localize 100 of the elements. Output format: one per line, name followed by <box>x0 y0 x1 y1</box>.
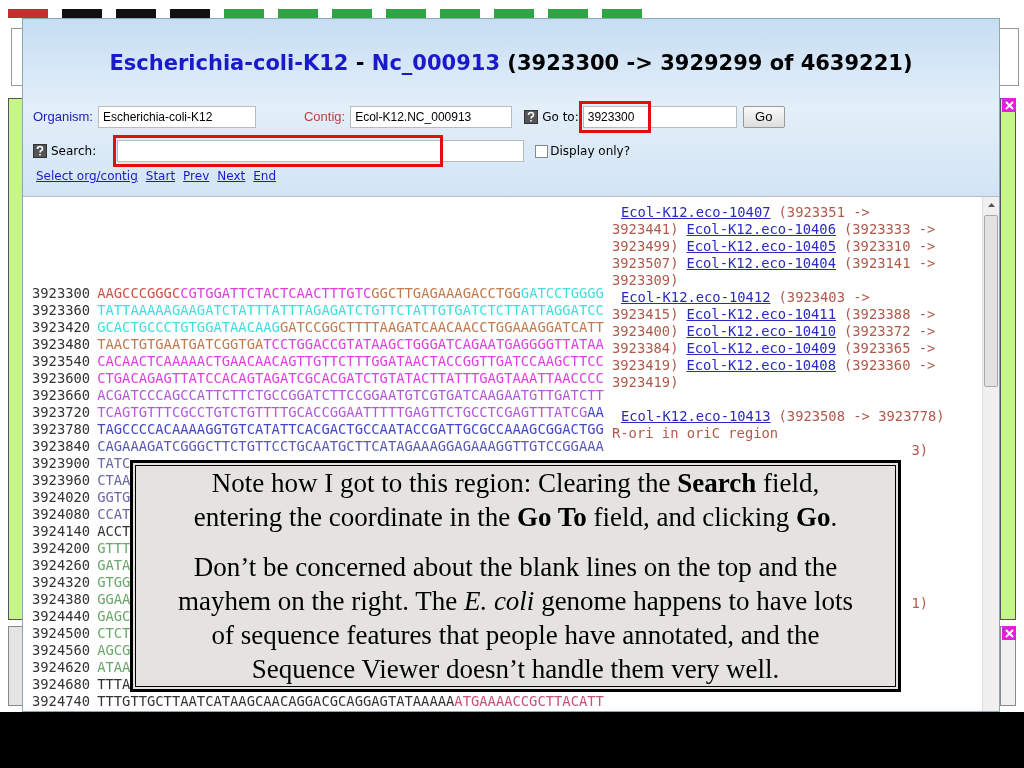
menu-button[interactable] <box>116 9 156 18</box>
position-number: 3923660 <box>32 387 91 404</box>
sequence-text: TAGCCCCACAAAAGGTGTCATATTCACGACTGCCAATACCGATTGCGCCAAAGCGGACTGG <box>97 421 604 438</box>
note-paragraph: Don’t be concerned about the blank lines on the top and the mayhem on the right. The E. coli genome happens to have lots of sequence features that people have annotated, and the Sequence Viewer doesn’t handle them very well. <box>176 551 855 686</box>
text-field[interactable] <box>117 140 525 162</box>
sequence-text: TATTAAAAAGAAGATCTATTTATTTAGAGATCTGTTCTATTGTGATCTCTTATTAGGATCC <box>97 302 604 319</box>
sequence-text: GATA <box>97 557 131 574</box>
sequence-text: CAGAAAGATCGGGCTTCTGTTCCTGCAATGCTTCATAGAAAGGAGAAAGGTTGTCCGGAAA <box>97 438 604 455</box>
position-number: 3923480 <box>32 336 91 353</box>
sequence-text: GGTG <box>97 489 131 506</box>
position-number: 3923300 <box>32 285 91 302</box>
close-icon[interactable] <box>1002 98 1016 112</box>
sequence-text: GTTT <box>97 540 131 557</box>
scrollbar[interactable] <box>982 197 999 711</box>
menu-button[interactable] <box>332 9 372 18</box>
position-number: 3924260 <box>32 557 91 574</box>
position-number: 3923600 <box>32 370 91 387</box>
close-icon[interactable] <box>1002 626 1016 640</box>
text-field[interactable]: Escherichia-coli-K12 <box>97 106 256 128</box>
sequence-text: CTGACAGAGTTATCCACAGTAGATCGCACGATCTGTATACTTATTTGAGTAAATTAACCCC <box>97 370 604 387</box>
menu-button[interactable] <box>224 9 264 18</box>
sequence-text: ACCT <box>97 523 131 540</box>
feature-link[interactable]: Ecol-K12.eco-10404 <box>686 255 836 272</box>
menu-button[interactable] <box>278 9 318 18</box>
scroll-thumb[interactable] <box>984 215 998 387</box>
position-number: 3924560 <box>32 642 91 659</box>
sequence-text: ACGATCCCAGCCATTCTTCTGCCGGATCTTCCGGAATGTCGTGATCAAGAATGTTGATCTT <box>97 387 604 404</box>
menu-button[interactable] <box>170 9 210 18</box>
checkbox[interactable] <box>535 144 549 158</box>
sequence-text: GCACTGCCCTGTGGATAACAAGGATCCGGCTTTTAAGATCAACAACCTGGAAAGGATCATT <box>97 319 604 336</box>
menu-button[interactable] <box>494 9 534 18</box>
sequence-text: GTGG <box>97 574 131 591</box>
menu-button[interactable] <box>386 9 426 18</box>
annotation-text: 3923400) <box>612 323 679 340</box>
annotation-text: 3923415) <box>612 306 679 323</box>
feature-link[interactable]: Ecol-K12.eco-10409 <box>686 340 836 357</box>
annotation-text: (3923403 -> <box>778 289 870 306</box>
help-icon[interactable] <box>524 110 539 124</box>
field-label: Organism: <box>33 108 93 127</box>
annotation-text: (3923333 -> <box>844 221 936 238</box>
note-paragraph: Note how I got to this region: Clearing the Search field, entering the coordinate in the Go To field, and clicking Go. <box>192 467 839 534</box>
sequence-text: AAGCCCGGGCCGTGGATTCTACTCAACTTTGTCGGCTTGAGAAAGACCTGGGATCCTGGGG <box>97 285 604 302</box>
field-label: Go to: <box>542 109 579 126</box>
feature-link[interactable]: Ecol-K12.eco-10412 <box>621 289 771 306</box>
feature-link[interactable]: Ecol-K12.eco-10406 <box>686 221 836 238</box>
position-number: 3924080 <box>32 506 91 523</box>
position-number: 3924440 <box>32 608 91 625</box>
position-number: 3923360 <box>32 302 91 319</box>
annotation-text: (3923360 -> <box>844 357 936 374</box>
feature-link[interactable]: Ecol-K12.eco-10407 <box>621 204 771 221</box>
sequence-text: CACAACTCAAAAACTGAACAACAGTTGTTCTTTGGATAACTACCGGTTGATCCAAGCTTCC <box>97 353 604 370</box>
position-number: 3923900 <box>32 455 91 472</box>
feature-link[interactable]: Ecol-K12.eco-10408 <box>686 357 836 374</box>
position-number: 3924320 <box>32 574 91 591</box>
nav-link[interactable]: Start <box>145 167 176 185</box>
checkbox-label: Display only? <box>550 143 631 160</box>
go-button[interactable]: Go <box>742 106 785 128</box>
text-field[interactable]: 3923300 <box>582 106 737 128</box>
nav-link[interactable]: Prev <box>183 167 210 185</box>
nav-link[interactable]: Next <box>217 167 246 185</box>
nav-link[interactable]: Select org/contig <box>36 167 138 185</box>
sequence-text: TCAGTGTTTCGCCTGTCTGTTTTGCACCGGAATTTTTGAGTTCTGCCTCGAGTTTATCGAA <box>97 404 604 421</box>
position-number: 3924200 <box>32 540 91 557</box>
annotation-text: 3923499) <box>612 238 679 255</box>
annotation-text: (3923365 -> <box>844 340 936 357</box>
position-number: 3923540 <box>32 353 91 370</box>
viewer-title: Escherichia-coli-K12 - Nc_000913 (3923300 -> 3929299 of 4639221) <box>108 50 914 77</box>
position-number: 3924020 <box>32 489 91 506</box>
field-label: Contig: <box>303 108 346 127</box>
help-icon[interactable] <box>33 144 47 158</box>
position-number: 3924680 <box>32 676 91 693</box>
sequence-text: AGCG <box>97 642 131 659</box>
annotation-text: 3923419) <box>612 357 679 374</box>
annotation-text: 3923507) <box>612 255 679 272</box>
feature-link[interactable]: Ecol-K12.eco-10411 <box>686 306 836 323</box>
menu-button[interactable] <box>8 9 48 18</box>
annotation-text: 3923309) <box>612 272 679 289</box>
feature-link[interactable]: Ecol-K12.eco-10413 <box>621 408 771 425</box>
annotation-text: 3923419) <box>612 374 679 391</box>
text-field[interactable]: Ecol-K12.NC_000913 <box>350 106 513 128</box>
nav-link[interactable]: End <box>253 167 277 185</box>
annotation-text: (3923351 -> <box>778 204 870 221</box>
annotation-text: 3923441) <box>612 221 679 238</box>
position-number: 3924380 <box>32 591 91 608</box>
menu-button[interactable] <box>602 9 642 18</box>
menu-button[interactable] <box>440 9 480 18</box>
position-number: 3923420 <box>32 319 91 336</box>
annotation-text: 3) <box>911 442 928 459</box>
sequence-text: CCAT <box>97 506 131 523</box>
position-number: 3923720 <box>32 404 91 421</box>
annotation-text: (3923310 -> <box>844 238 936 255</box>
menu-button[interactable] <box>548 9 588 18</box>
feature-link[interactable]: Ecol-K12.eco-10410 <box>686 323 836 340</box>
position-number: 3923960 <box>32 472 91 489</box>
annotation-text: (3923372 -> <box>844 323 936 340</box>
sequence-text: TTTA <box>97 676 131 693</box>
annotation-text: (3923388 -> <box>844 306 936 323</box>
sequence-text: GAGC <box>97 608 131 625</box>
menu-button[interactable] <box>62 9 102 18</box>
feature-link[interactable]: Ecol-K12.eco-10405 <box>686 238 836 255</box>
